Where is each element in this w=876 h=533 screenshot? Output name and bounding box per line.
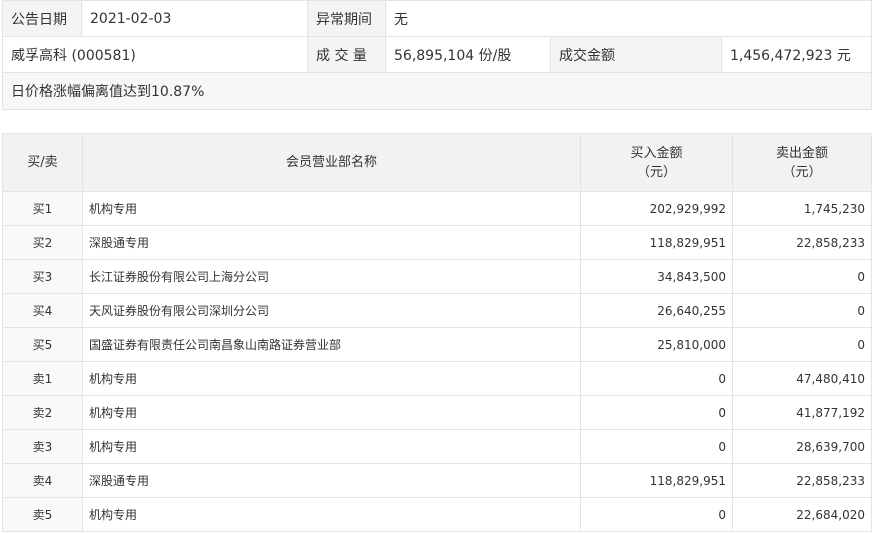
volume-value: 56,895,104 份/股	[385, 36, 551, 73]
row-sell: 28,639,700	[732, 429, 872, 464]
table-row: 买5 国盛证券有限责任公司南昌象山南路证券营业部 25,810,000 0	[2, 327, 872, 362]
header-side: 买/卖	[2, 133, 83, 192]
header-buy-amount-line2: （元）	[636, 164, 676, 180]
header-sell-amount: 卖出金额 （元）	[732, 133, 872, 192]
row-side: 卖5	[2, 497, 83, 532]
info-row-volume: 威孚高科 (000581) 成 交 量 56,895,104 份/股 成交金额 …	[2, 36, 873, 73]
amount-value: 1,456,472,923 元	[720, 36, 873, 73]
row-branch: 机构专用	[82, 191, 581, 226]
row-side: 买3	[2, 259, 83, 294]
row-buy: 0	[580, 361, 733, 396]
row-buy: 118,829,951	[580, 225, 733, 260]
announce-date-label: 公告日期	[2, 0, 82, 37]
row-side: 买1	[2, 191, 83, 226]
abnormal-period-value: 无	[384, 0, 873, 37]
row-sell: 0	[732, 327, 872, 362]
header-buy-amount: 买入金额 （元）	[580, 133, 733, 192]
stock-name: 威孚高科 (000581)	[2, 36, 308, 73]
row-branch: 机构专用	[82, 429, 581, 464]
row-side: 卖3	[2, 429, 83, 464]
row-side: 卖4	[2, 463, 83, 498]
table-row: 卖2 机构专用 0 41,877,192	[2, 395, 872, 430]
row-branch: 天风证券股份有限公司深圳分公司	[82, 293, 581, 328]
table-row: 买1 机构专用 202,929,992 1,745,230	[2, 191, 872, 226]
reason-text: 日价格涨幅偏离值达到10.87%	[1, 72, 873, 110]
row-branch: 机构专用	[82, 497, 581, 532]
table-row: 买2 深股通专用 118,829,951 22,858,233	[2, 225, 872, 260]
row-sell: 47,480,410	[732, 361, 872, 396]
row-buy: 0	[580, 497, 733, 532]
row-sell: 41,877,192	[732, 395, 872, 430]
row-sell: 22,858,233	[732, 225, 872, 260]
row-buy: 26,640,255	[580, 293, 733, 328]
table-row: 买4 天风证券股份有限公司深圳分公司 26,640,255 0	[2, 293, 872, 328]
row-buy: 0	[580, 395, 733, 430]
row-side: 买4	[2, 293, 83, 328]
row-buy: 0	[580, 429, 733, 464]
row-side: 卖1	[2, 361, 83, 396]
stock-info-table: 公告日期 2021-02-03 异常期间 无 威孚高科 (000581) 成 交…	[1, 0, 873, 110]
row-branch: 机构专用	[82, 361, 581, 396]
announce-date-value: 2021-02-03	[81, 0, 308, 37]
table-row: 卖5 机构专用 0 22,684,020	[2, 497, 872, 532]
header-sell-amount-line2: （元）	[782, 164, 822, 180]
abnormal-period-label: 异常期间	[307, 0, 386, 37]
trading-seats-table: 买/卖 会员营业部名称 买入金额 （元） 卖出金额 （元） 买1 机构专用 20…	[2, 133, 872, 532]
header-branch: 会员营业部名称	[82, 133, 581, 192]
row-buy: 25,810,000	[580, 327, 733, 362]
row-buy: 118,829,951	[580, 463, 733, 498]
header-buy-amount-line1: 买入金额	[630, 145, 683, 161]
row-buy: 202,929,992	[580, 191, 733, 226]
table-header-row: 买/卖 会员营业部名称 买入金额 （元） 卖出金额 （元）	[2, 133, 872, 192]
row-sell: 22,684,020	[732, 497, 872, 532]
info-row-reason: 日价格涨幅偏离值达到10.87%	[1, 72, 873, 110]
header-sell-amount-line1: 卖出金额	[775, 145, 828, 161]
row-sell: 0	[732, 293, 872, 328]
table-row: 卖1 机构专用 0 47,480,410	[2, 361, 872, 396]
row-branch: 长江证券股份有限公司上海分公司	[82, 259, 581, 294]
row-branch: 深股通专用	[82, 463, 581, 498]
row-sell: 22,858,233	[732, 463, 872, 498]
info-row-date: 公告日期 2021-02-03 异常期间 无	[2, 0, 873, 37]
row-side: 卖2	[2, 395, 83, 430]
volume-label: 成 交 量	[307, 36, 386, 73]
row-buy: 34,843,500	[580, 259, 733, 294]
table-row: 买3 长江证券股份有限公司上海分公司 34,843,500 0	[2, 259, 872, 294]
row-branch: 国盛证券有限责任公司南昌象山南路证券营业部	[82, 327, 581, 362]
row-sell: 0	[732, 259, 872, 294]
amount-label: 成交金额	[550, 36, 722, 73]
row-sell: 1,745,230	[732, 191, 872, 226]
row-side: 买2	[2, 225, 83, 260]
row-branch: 机构专用	[82, 395, 581, 430]
table-row: 卖4 深股通专用 118,829,951 22,858,233	[2, 463, 872, 498]
row-branch: 深股通专用	[82, 225, 581, 260]
table-row: 卖3 机构专用 0 28,639,700	[2, 429, 872, 464]
row-side: 买5	[2, 327, 83, 362]
